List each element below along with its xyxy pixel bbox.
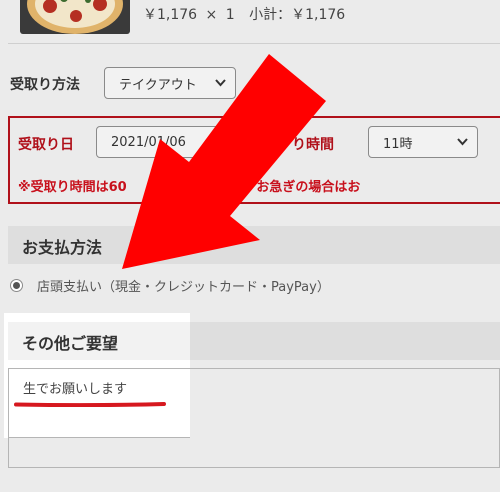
payment-heading: お支払方法 [22,238,103,257]
divider [8,43,500,44]
pickup-note: ※受取り時間は60 てください。お急ぎの場合はお [18,180,361,195]
pickup-date-label: 受取り日 [18,137,74,153]
subtotal-value: ￥1,176 [291,7,346,23]
pickup-datetime-box: 受取り日 2021/01/06 り時間 11時 ※受取り時間は60 てください。… [8,116,500,204]
pickup-method-value: テイクアウト [119,77,197,93]
pickup-date-field[interactable]: 2021/01/06 [96,126,236,158]
quantity: 1 [225,7,235,23]
times-sign: × [205,7,218,23]
chevron-down-icon [457,138,468,146]
payment-section-header: お支払方法 [8,226,500,264]
payment-option-row[interactable]: 店頭支払い（現金・クレジットカード・PayPay） [10,276,330,295]
other-requests-heading: その他ご要望 [22,334,119,353]
annotation-underline [14,402,166,407]
cart-line: ￥1,176 × 1 小計：￥1,176 [143,4,349,24]
pickup-method-label: 受取り方法 [10,77,80,93]
other-requests-header-highlight: その他ご要望 [8,322,190,360]
pickup-time-select[interactable]: 11時 [368,126,478,158]
unit-price: ￥1,176 [143,7,198,23]
pickup-date-value: 2021/01/06 [111,134,186,150]
pickup-time-value: 11時 [383,136,413,152]
pickup-method-select[interactable]: テイクアウト [104,67,236,99]
radio-selected-icon[interactable] [10,279,23,292]
request-text: 生でお願いします [23,382,128,397]
payment-option-label: 店頭支払い（現金・クレジットカード・PayPay） [37,280,330,295]
pickup-time-label: り時間 [292,137,334,153]
subtotal-label: 小計： [249,7,292,23]
chevron-down-icon [215,79,226,87]
pizza-thumbnail [20,0,130,34]
